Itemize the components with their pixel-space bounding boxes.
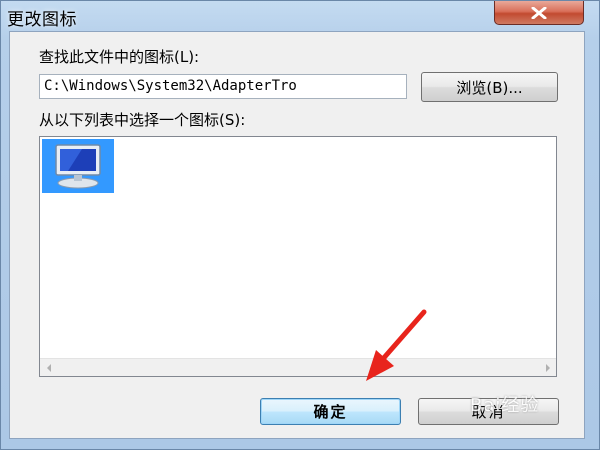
dialog-body: 查找此文件中的图标(L): C:\Windows\System32\Adapte… xyxy=(9,31,585,439)
browse-button[interactable]: 浏览(B)... xyxy=(421,72,558,102)
close-icon xyxy=(531,6,547,19)
title-bar[interactable]: 更改图标 xyxy=(1,1,600,33)
monitor-network-icon xyxy=(55,144,101,189)
close-button[interactable] xyxy=(494,1,584,25)
scroll-left-button[interactable] xyxy=(40,359,57,376)
icon-list-item[interactable] xyxy=(42,139,114,193)
watermark: Bai经验 xyxy=(470,395,540,416)
arrow-left-icon xyxy=(46,363,51,372)
arrow-right-icon xyxy=(545,363,550,372)
file-path-label: 查找此文件中的图标(L): xyxy=(39,48,200,66)
icon-list-label: 从以下列表中选择一个图标(S): xyxy=(39,111,246,129)
scroll-right-button[interactable] xyxy=(539,359,556,376)
file-path-input[interactable]: C:\Windows\System32\AdapterTro xyxy=(39,74,407,99)
icon-list[interactable] xyxy=(39,136,557,377)
window-title: 更改图标 xyxy=(7,10,77,30)
horizontal-scrollbar[interactable] xyxy=(40,358,556,376)
ok-button[interactable]: 确定 xyxy=(260,398,401,425)
window-frame: 更改图标 查找此文件中的图标(L): C:\Windows\System32\A… xyxy=(0,0,600,450)
